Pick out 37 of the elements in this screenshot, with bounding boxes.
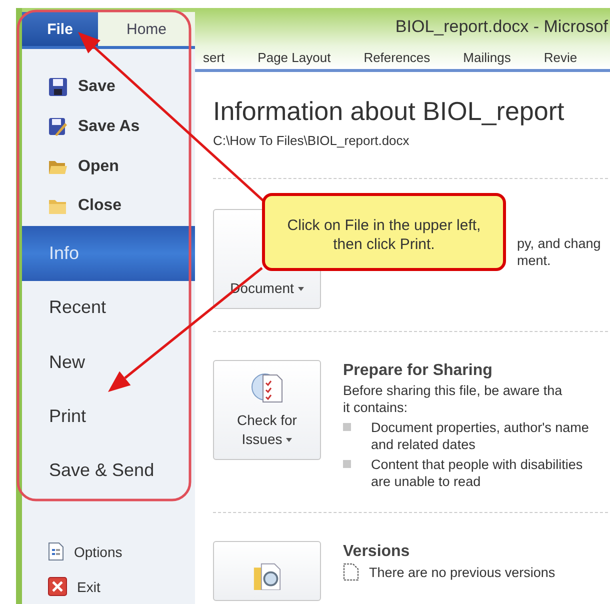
menu-command[interactable]: Save As [22, 106, 195, 147]
floppy-pencil-icon [48, 116, 68, 137]
bullet-icon [343, 460, 351, 468]
ribbon-tab[interactable]: Mailings [463, 50, 511, 65]
bullet-icon [343, 423, 351, 431]
ribbon-tab[interactable]: Revie [544, 50, 578, 65]
section-text: There are no previous versions [369, 564, 556, 580]
section-button[interactable] [213, 541, 321, 601]
callout-note: Click on File in the upper left, then click Print. [262, 193, 506, 271]
window-title: BIOL_report.docx - Microsof [395, 17, 609, 37]
section-button[interactable]: Check for Issues [213, 360, 321, 460]
section-text: Before sharing this file, be aware tha it contains: [343, 382, 564, 416]
file-path: C:\How To Files\BIOL_report.docx [213, 133, 410, 148]
section-text: py, and chang ment. [517, 235, 602, 269]
menu-command[interactable]: Open [22, 146, 195, 186]
ribbon-tab[interactable]: sert [203, 50, 225, 65]
ribbon-tab[interactable]: Page Layout [258, 50, 331, 65]
section-title: Prepare for Sharing [343, 362, 494, 380]
ribbon-tab[interactable]: References [364, 50, 430, 65]
menu-page[interactable]: Print [22, 389, 195, 444]
bullet-text: Document properties, author's name and related dates [371, 419, 590, 453]
menu-page[interactable]: New [22, 335, 195, 390]
bullet-text: Content that people with disabilities are unable to read [371, 456, 584, 490]
document-icon [48, 542, 64, 562]
section-title: Versions [343, 543, 411, 561]
menu-page[interactable]: Save & Send [22, 444, 195, 498]
menu-command[interactable]: Exit [22, 569, 195, 604]
menu-page[interactable]: Recent [22, 280, 195, 335]
info-heading: Information about BIOL_report [213, 96, 566, 127]
ribbon-tab[interactable]: Home [98, 12, 195, 46]
menu-command[interactable]: Close [22, 186, 195, 226]
close-icon [48, 577, 67, 596]
menu-command[interactable]: Save [22, 67, 195, 107]
menu-command[interactable]: Options [22, 534, 195, 570]
folder-icon [48, 197, 68, 216]
document-icon [343, 563, 359, 581]
ribbon-tab[interactable]: File [22, 12, 98, 46]
